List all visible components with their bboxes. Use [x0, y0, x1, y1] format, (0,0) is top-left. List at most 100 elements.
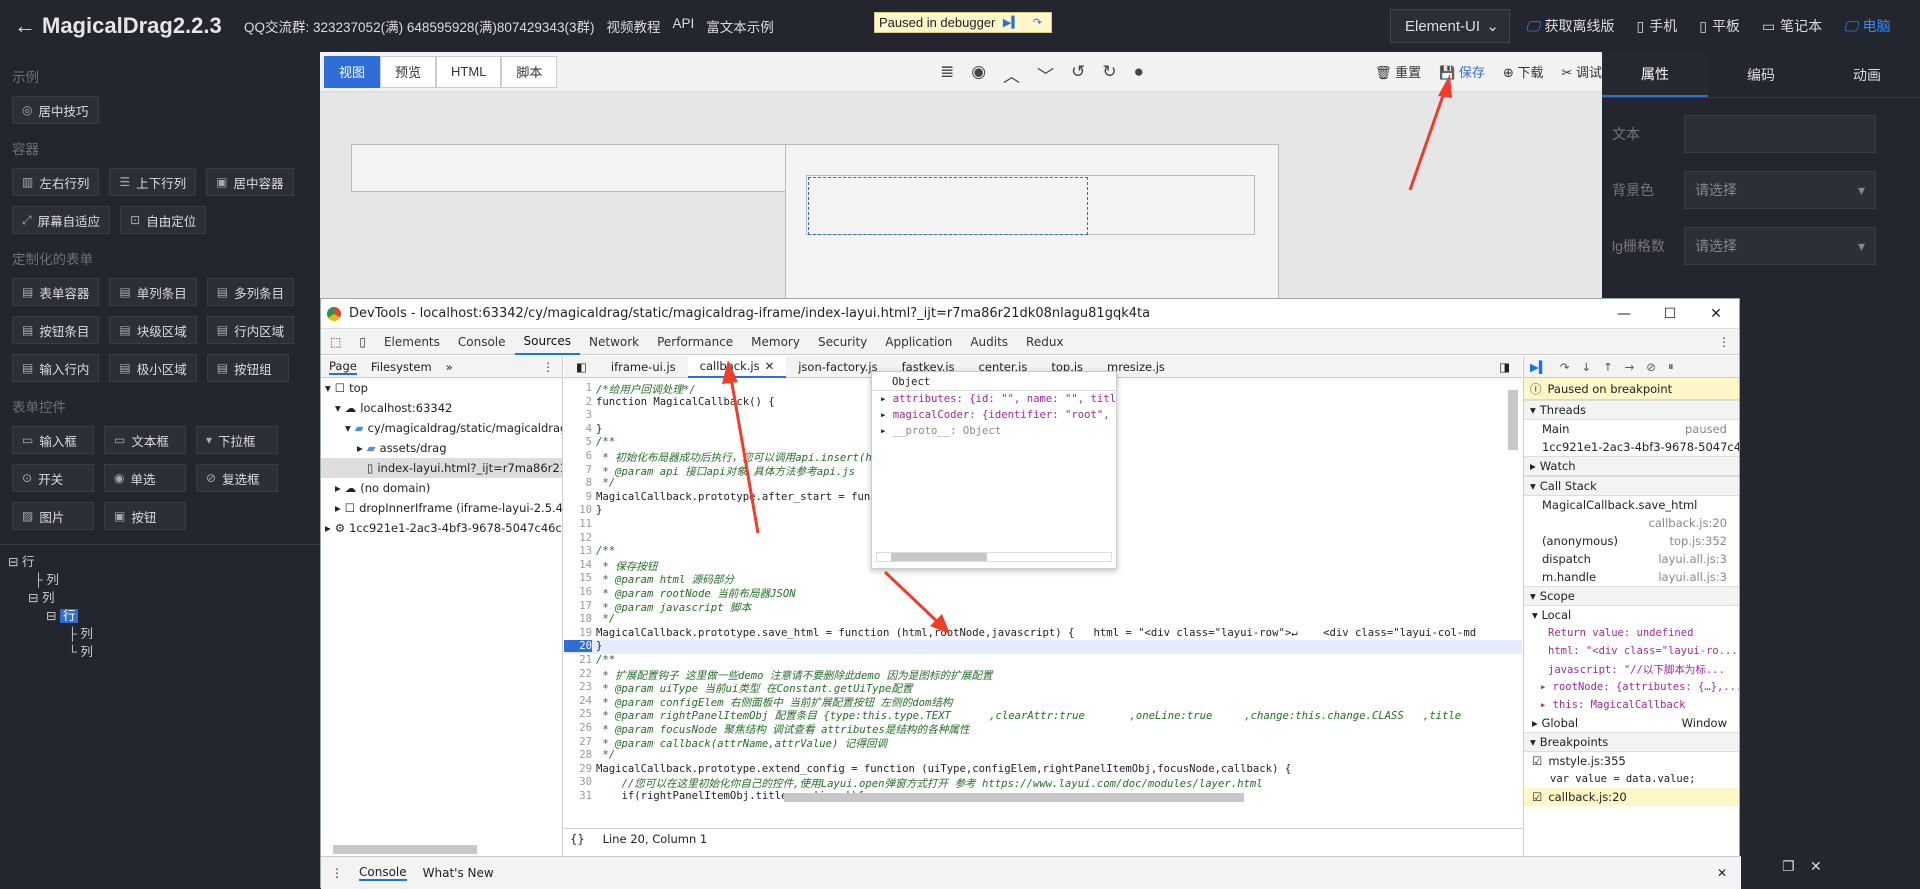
line-number[interactable]: 25 [564, 708, 592, 720]
line-number[interactable]: 21 [564, 654, 592, 666]
step-over-icon[interactable]: ↷ [1027, 15, 1047, 31]
code-line[interactable]: 16 * @param rootNode 当前布局器JSON [564, 586, 1522, 600]
tree-item[interactable]: ▾ ☐ top [321, 378, 562, 398]
download-button[interactable]: ⊕ 下载 [1503, 62, 1544, 81]
component-button[interactable]: ▤ 行内区域 [206, 316, 295, 344]
close-icon[interactable]: ✕ [1810, 858, 1822, 875]
code-line[interactable]: 26 * @param focusNode 聚焦结构 调试查看 attribut… [564, 722, 1522, 736]
line-number[interactable]: 15 [564, 572, 592, 584]
more-tabs-icon[interactable]: » [446, 360, 453, 374]
tab-performance[interactable]: Performance [648, 329, 742, 355]
code-line[interactable]: 21 /** [564, 654, 1522, 668]
code-line[interactable]: 24 * @param configElem 右侧面板中 当前扩展配置按钮 左侧… [564, 695, 1522, 709]
checkbox-icon[interactable]: ☑ [1532, 790, 1542, 804]
nav-desktop[interactable]: 🖵 电脑 [1844, 16, 1891, 36]
line-number[interactable]: 30 [564, 776, 592, 788]
component-button[interactable]: ▾ 下拉框 [196, 426, 278, 454]
tree-item[interactable]: ▸ ☐ dropInnerIframe (iframe-layui-2.5.4.h [321, 498, 562, 518]
line-number[interactable]: 2 [564, 396, 592, 408]
tab-animation[interactable]: 动画 [1814, 52, 1920, 97]
line-number[interactable]: 20 [564, 640, 592, 653]
component-button[interactable]: ▤ 多列条目 [206, 278, 295, 306]
line-number[interactable]: 5 [564, 436, 592, 448]
tree-node[interactable]: ├ 列 [0, 625, 320, 643]
tree-item[interactable]: ▾ ▰ cy/magicaldrag/static/magicaldrag [321, 418, 562, 438]
nav-rich-text-demo[interactable]: 富文本示例 [706, 16, 774, 36]
step-over-icon[interactable]: ↷ [1560, 360, 1570, 374]
tab-console[interactable]: Console [449, 329, 515, 355]
resume-icon[interactable]: ▶▍ [1530, 360, 1548, 374]
component-button[interactable]: ▤ 极小区域 [109, 354, 197, 382]
minimize-icon[interactable]: — [1601, 299, 1647, 329]
component-button[interactable]: ⊡ 自由定位 [120, 206, 207, 234]
line-number[interactable]: 14 [564, 559, 592, 571]
component-button[interactable]: ▤ 按钮组 [206, 354, 289, 382]
code-line[interactable]: 28 */ [564, 749, 1522, 763]
breakpoint-item-active[interactable]: ☑ callback.js:20 [1524, 788, 1739, 806]
device-toggle-icon[interactable]: ▯ [350, 329, 375, 355]
component-button[interactable]: ◎ 居中技巧 [12, 96, 99, 124]
popover-row[interactable]: ▸ magicalCoder: {identifier: "root", id:… [872, 407, 1116, 423]
nav-phone[interactable]: ▯ 手机 [1637, 16, 1678, 36]
line-number[interactable]: 17 [564, 600, 592, 612]
undo-icon[interactable]: ↺ [1071, 62, 1085, 87]
tree-node[interactable]: ├ 列 [0, 571, 320, 589]
target-icon[interactable]: ◉ [971, 62, 986, 87]
tab-redux[interactable]: Redux [1017, 329, 1073, 355]
line-number[interactable]: 27 [564, 736, 592, 748]
tab-view[interactable]: 视图 [324, 55, 381, 88]
popover-row[interactable]: ▸ attributes: {id: "", name: "", title: … [872, 391, 1116, 407]
component-button[interactable]: ▤ 表单容器 [12, 278, 100, 306]
thread-row[interactable]: 1cc921e1-2ac3-4bf3-9678-5047c4... [1524, 438, 1739, 456]
code-line[interactable]: 20} [564, 640, 1522, 654]
tree-item[interactable]: ▸ ☁ (no domain) [321, 478, 562, 498]
tree-node[interactable]: ⊟ 列 [0, 589, 320, 607]
callstack-header[interactable]: ▾ Call Stack [1524, 476, 1739, 496]
horizontal-scrollbar[interactable] [784, 793, 1244, 802]
toggle-debugger-icon[interactable]: ◨ [1487, 356, 1522, 378]
tab-preview[interactable]: 预览 [380, 55, 437, 88]
drawer-menu-icon[interactable]: ⋮ [331, 866, 343, 880]
save-button[interactable]: 💾 保存 [1439, 62, 1485, 81]
nav-offline-version[interactable]: 🖵 获取离线版 [1526, 16, 1615, 36]
line-number[interactable]: 12 [564, 532, 592, 544]
text-input[interactable] [1684, 115, 1876, 153]
tab-elements[interactable]: Elements [375, 329, 449, 355]
debug-button[interactable]: ✂ 调试 [1561, 62, 1602, 81]
code-line[interactable]: 15 * @param html 源码部分 [564, 572, 1522, 586]
component-button[interactable]: ▭ 文本框 [104, 426, 186, 454]
record-icon[interactable]: ● [1134, 62, 1144, 87]
tab-memory[interactable]: Memory [742, 329, 809, 355]
popover-scrollbar[interactable] [876, 552, 1112, 562]
tab-network[interactable]: Network [580, 329, 648, 355]
toggle-navigator-icon[interactable]: ◧ [564, 356, 599, 378]
tab-sources[interactable]: Sources [514, 329, 580, 355]
line-number[interactable]: 22 [564, 668, 592, 680]
tab-security[interactable]: Security [809, 329, 876, 355]
line-number[interactable]: 7 [564, 464, 592, 476]
tree-node[interactable]: ⊟ 行 [0, 607, 320, 625]
step-icon[interactable]: → [1625, 360, 1635, 374]
redo-icon[interactable]: ↻ [1102, 62, 1116, 87]
tab-filesystem[interactable]: Filesystem [371, 360, 432, 374]
tab-whats-new[interactable]: What's New [423, 866, 494, 880]
layout-row-right[interactable] [785, 144, 1279, 314]
chevron-down-icon[interactable]: ﹀ [1037, 62, 1054, 87]
code-line[interactable]: 22 * 扩展配置钩子 这里做一些demo 注意请不要删除此demo 因为是图标… [564, 668, 1522, 682]
callstack-frame[interactable]: MagicalCallback.save_html [1524, 496, 1739, 514]
callstack-frame[interactable]: dispatch layui.all.js:3 [1524, 550, 1739, 568]
scope-var[interactable]: ▸ rootNode: {attributes: {…},... [1524, 678, 1739, 696]
component-button[interactable]: ☰ 上下行列 [109, 168, 197, 196]
component-button[interactable]: ⊙ 开关 [12, 464, 94, 492]
nav-tablet[interactable]: ▯ 平板 [1699, 16, 1740, 36]
line-number[interactable]: 16 [564, 586, 592, 598]
bg-color-select[interactable]: 请选择 ▾ [1684, 171, 1876, 209]
line-number[interactable]: 23 [564, 681, 592, 693]
chevron-up-icon[interactable]: ︿ [1003, 62, 1020, 87]
component-button[interactable]: ▤ 按钮条目 [12, 316, 100, 344]
scope-var[interactable]: Return value: undefined [1524, 624, 1739, 642]
tab-attributes[interactable]: 属性 [1602, 52, 1708, 97]
line-number[interactable]: 31 [564, 790, 592, 802]
tab-page[interactable]: Page [329, 359, 357, 375]
checkbox-icon[interactable]: ☑ [1532, 754, 1542, 768]
